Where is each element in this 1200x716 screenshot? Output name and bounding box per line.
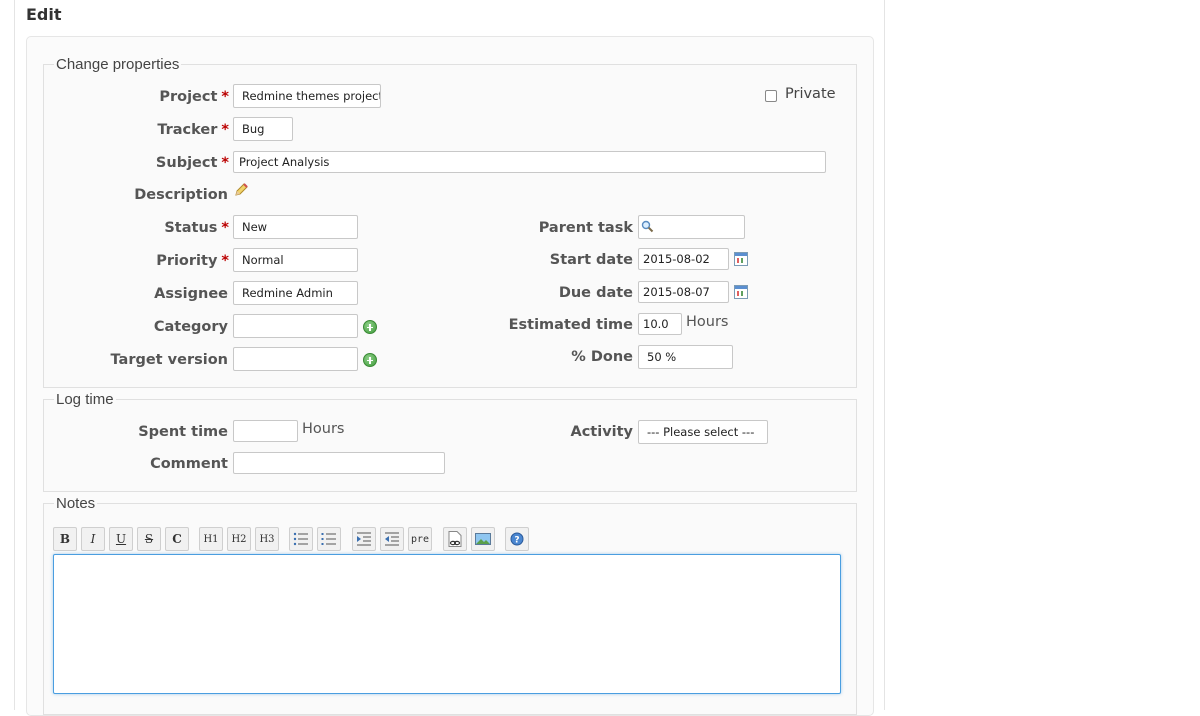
heading1-button[interactable]: H1 bbox=[199, 527, 223, 551]
subject-input[interactable]: Project Analysis bbox=[233, 151, 826, 173]
spent-time-input[interactable] bbox=[233, 420, 298, 442]
category-label: Category bbox=[153, 319, 228, 335]
link-page-icon bbox=[448, 531, 462, 547]
project-label: Project * bbox=[159, 89, 229, 105]
private-checkbox[interactable] bbox=[765, 90, 777, 102]
spent-time-unit: Hours bbox=[302, 421, 345, 437]
priority-label: Priority * bbox=[156, 253, 229, 269]
project-select[interactable]: Redmine themes project bbox=[233, 84, 381, 108]
search-icon bbox=[641, 220, 654, 233]
comment-label: Comment bbox=[150, 456, 228, 472]
assignee-label: Assignee bbox=[154, 286, 228, 302]
status-label: Status * bbox=[164, 220, 229, 236]
image-icon bbox=[475, 533, 491, 545]
estimated-time-input[interactable]: 10.0 bbox=[638, 313, 682, 335]
priority-select[interactable]: Normal bbox=[233, 248, 358, 272]
category-select[interactable] bbox=[233, 314, 358, 338]
activity-label: Activity bbox=[570, 424, 633, 440]
page-title: Edit bbox=[26, 5, 62, 24]
italic-button[interactable]: I bbox=[81, 527, 105, 551]
heading2-button[interactable]: H2 bbox=[227, 527, 251, 551]
status-select[interactable]: New bbox=[233, 215, 358, 239]
estimated-time-unit: Hours bbox=[686, 314, 729, 330]
due-date-calendar-icon[interactable] bbox=[734, 285, 748, 299]
comment-input[interactable] bbox=[233, 452, 445, 474]
strikethrough-button[interactable]: S bbox=[137, 527, 161, 551]
activity-select[interactable]: --- Please select --- bbox=[638, 420, 768, 444]
edit-pencil-icon[interactable] bbox=[233, 182, 249, 198]
parent-task-input[interactable] bbox=[638, 215, 745, 239]
due-date-input[interactable]: 2015-08-07 bbox=[638, 281, 729, 303]
link-button[interactable] bbox=[443, 527, 467, 551]
done-ratio-select[interactable]: 50 % bbox=[638, 345, 733, 369]
svg-text:?: ? bbox=[514, 536, 519, 546]
outdent-button[interactable] bbox=[380, 527, 404, 551]
subject-label: Subject * bbox=[155, 155, 229, 171]
add-version-icon[interactable] bbox=[363, 353, 377, 367]
help-button[interactable]: ? bbox=[505, 527, 529, 551]
private-label: Private bbox=[785, 86, 836, 102]
bold-button[interactable]: B bbox=[53, 527, 77, 551]
start-date-calendar-icon[interactable] bbox=[734, 252, 748, 266]
code-button[interactable]: C bbox=[165, 527, 189, 551]
notes-textarea[interactable] bbox=[53, 554, 841, 694]
indent-button[interactable] bbox=[352, 527, 376, 551]
description-label: Description bbox=[134, 187, 228, 203]
help-icon: ? bbox=[510, 532, 524, 546]
tracker-label: Tracker * bbox=[157, 122, 229, 138]
assignee-select[interactable]: Redmine Admin bbox=[233, 281, 358, 305]
estimated-time-label: Estimated time bbox=[508, 317, 633, 333]
target-version-select[interactable] bbox=[233, 347, 358, 371]
heading3-button[interactable]: H3 bbox=[255, 527, 279, 551]
image-button[interactable] bbox=[471, 527, 495, 551]
preformatted-button[interactable]: pre bbox=[408, 527, 432, 551]
due-date-label: Due date bbox=[558, 285, 633, 301]
spent-time-label: Spent time bbox=[138, 424, 228, 440]
notes-legend: Notes bbox=[56, 495, 96, 512]
log-time-legend: Log time bbox=[56, 391, 114, 408]
start-date-label: Start date bbox=[549, 252, 633, 268]
bullet-list-icon bbox=[293, 532, 308, 546]
underline-button[interactable]: U bbox=[109, 527, 133, 551]
add-category-icon[interactable] bbox=[363, 320, 377, 334]
indent-icon bbox=[357, 532, 371, 546]
numbered-list-icon bbox=[321, 533, 336, 545]
target-version-label: Target version bbox=[110, 352, 228, 368]
done-ratio-label: % Done bbox=[571, 349, 633, 365]
outdent-icon bbox=[385, 532, 399, 546]
tracker-select[interactable]: Bug bbox=[233, 117, 293, 141]
start-date-input[interactable]: 2015-08-02 bbox=[638, 248, 729, 270]
ordered-list-button[interactable] bbox=[317, 527, 341, 551]
unordered-list-button[interactable] bbox=[289, 527, 313, 551]
change-properties-legend: Change properties bbox=[56, 56, 180, 73]
parent-task-label: Parent task bbox=[538, 220, 633, 236]
